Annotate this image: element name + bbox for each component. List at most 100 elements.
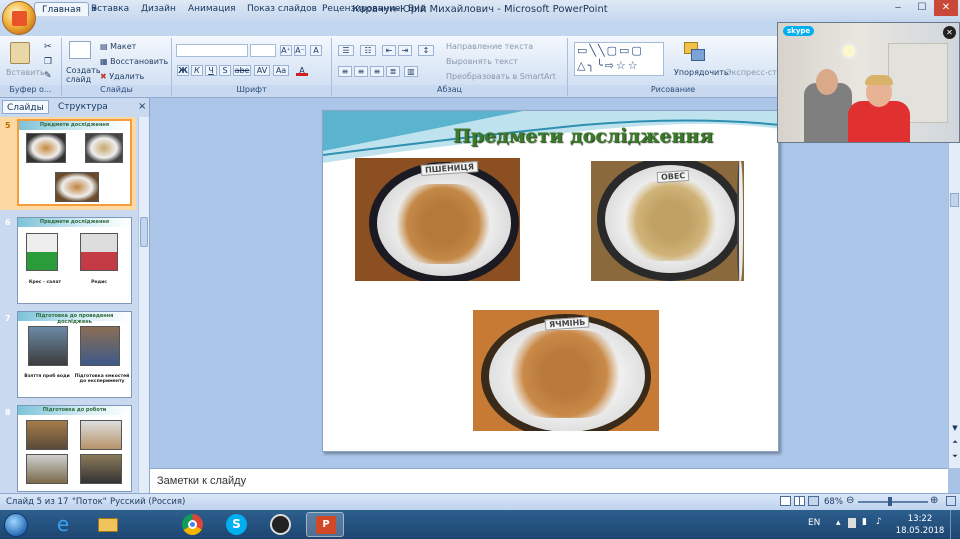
keyboard-language[interactable]: EN [808, 518, 820, 528]
copy-icon[interactable]: ❐ [44, 57, 52, 67]
tab-review[interactable]: Рецензирование [315, 2, 407, 16]
zoom-slider[interactable] [858, 501, 928, 503]
shadow-button[interactable]: S [219, 65, 231, 76]
tab-slideshow[interactable]: Показ слайдов [240, 2, 324, 16]
barley-photo[interactable]: ЯЧМІНЬ [473, 310, 659, 431]
layout-button[interactable]: Макет [110, 42, 136, 51]
tab-design[interactable]: Дизайн [134, 2, 183, 16]
paste-icon[interactable] [10, 42, 30, 64]
volume-icon[interactable]: ♪ [876, 517, 882, 527]
slide-thumbnail-6[interactable]: Предмети дослідження Крес - салат Редис [17, 217, 132, 304]
tray-chevron-icon[interactable]: ▴ [836, 518, 841, 528]
italic-button[interactable]: К [191, 65, 203, 76]
tab-home[interactable]: Главная [34, 2, 89, 16]
office-button[interactable] [2, 1, 36, 35]
editor-scrollbar[interactable]: ▲ ▼ ⏶ ⏷ [948, 98, 960, 468]
slides-panel-scrollbar[interactable] [138, 117, 149, 493]
clock-time[interactable]: 13:22 [895, 514, 945, 524]
close-button[interactable]: ✕ [934, 0, 958, 16]
font-size-input[interactable] [250, 44, 276, 57]
strikethrough-button[interactable]: abe [233, 65, 251, 76]
normal-view-icon[interactable] [780, 496, 791, 506]
slide-thumbnail-5[interactable]: Предмети дослідження [17, 119, 132, 206]
delete-button[interactable]: Удалить [109, 72, 144, 81]
tab-insert[interactable]: Вставка [84, 2, 136, 16]
indent-increase-icon[interactable]: ⇥ [398, 45, 412, 56]
file-explorer-icon[interactable] [88, 512, 126, 537]
current-slide[interactable]: Предмети дослідження ПШЕНИЦЯ ОВЕС ЯЧМІНЬ [322, 110, 779, 452]
new-slide-button[interactable]: Создать слайд [66, 66, 101, 84]
change-case-button[interactable]: Aa [273, 65, 289, 76]
zoom-slider-thumb[interactable] [888, 497, 892, 506]
arrange-button[interactable]: Упорядочить [674, 68, 729, 77]
char-spacing-button[interactable]: AV [254, 65, 270, 76]
minimize-button[interactable]: ‒ [886, 0, 910, 16]
close-panel-icon[interactable]: × [138, 101, 146, 112]
bullets-icon[interactable]: ☰ [338, 45, 354, 56]
reset-button[interactable]: Восстановить [110, 57, 168, 66]
skype-video-window[interactable]: skype ✕ [777, 22, 960, 143]
cut-icon[interactable]: ✂ [44, 42, 52, 52]
grow-font-icon[interactable]: A⁺ [280, 45, 292, 56]
paste-button[interactable]: Вставить [6, 68, 45, 77]
clear-format-icon[interactable]: A [310, 45, 322, 56]
fit-to-window-icon[interactable] [946, 496, 956, 506]
notes-placeholder[interactable]: Заметки к слайду [157, 475, 246, 487]
tab-slides[interactable]: Слайды [2, 100, 49, 114]
format-painter-icon[interactable]: ✎ [44, 71, 52, 81]
tab-view[interactable]: Вид [401, 2, 433, 16]
align-center-icon[interactable]: ≡ [354, 66, 368, 77]
zoom-in-icon[interactable]: ⊕ [930, 496, 938, 506]
powerpoint-taskbar-icon[interactable]: P [306, 512, 344, 537]
show-desktop-button[interactable] [950, 510, 960, 539]
underline-button[interactable]: Ч [205, 65, 217, 76]
previous-slide-icon[interactable]: ⏶ [950, 438, 960, 448]
slideshow-view-icon[interactable] [808, 496, 819, 506]
slide-thumbnail-8[interactable]: Підготовка до роботи [17, 405, 132, 492]
tab-animation[interactable]: Анимация [181, 2, 243, 16]
obs-icon[interactable] [262, 512, 300, 537]
scroll-thumb[interactable] [140, 217, 148, 247]
justify-icon[interactable]: ≣ [386, 66, 400, 77]
clock-date[interactable]: 18.05.2018 [895, 526, 945, 536]
align-text-button[interactable]: Выровнять текст [446, 57, 518, 66]
indent-decrease-icon[interactable]: ⇤ [382, 45, 396, 56]
align-left-icon[interactable]: ≡ [338, 66, 352, 77]
line-spacing-icon[interactable]: ↕ [418, 45, 434, 56]
internet-explorer-icon[interactable]: e [44, 512, 82, 537]
font-name-input[interactable] [176, 44, 248, 57]
align-right-icon[interactable]: ≡ [370, 66, 384, 77]
maximize-button[interactable]: ☐ [910, 0, 934, 16]
wheat-photo[interactable]: ПШЕНИЦЯ [355, 158, 520, 281]
scroll-thumb[interactable] [950, 193, 959, 207]
oats-photo[interactable]: ОВЕС [591, 161, 744, 281]
thumb-caption: Редис [91, 280, 107, 285]
slide-title[interactable]: Предмети дослідження [443, 125, 723, 147]
start-button[interactable] [4, 513, 28, 537]
scroll-down-icon[interactable]: ▼ [950, 424, 960, 434]
columns-icon[interactable]: ▥ [404, 66, 418, 77]
text-direction-button[interactable]: Направление текста [446, 42, 533, 51]
next-slide-icon[interactable]: ⏷ [950, 452, 960, 462]
zoom-level[interactable]: 68% [824, 497, 843, 507]
chrome-icon[interactable] [174, 512, 212, 537]
bold-button[interactable]: Ж [177, 65, 189, 76]
battery-icon[interactable] [848, 518, 856, 528]
language-indicator[interactable]: Русский (Россия) [110, 497, 185, 507]
new-slide-icon[interactable] [69, 41, 91, 59]
convert-smartart-button[interactable]: Преобразовать в SmartArt [446, 72, 556, 81]
skype-taskbar-icon[interactable]: S [218, 512, 256, 537]
shapes-gallery[interactable]: ▭╲╲▢▭▢ △╮╰⇨☆☆ [574, 42, 664, 76]
arrange-icon[interactable] [684, 42, 706, 62]
notes-pane[interactable]: Заметки к слайду [150, 468, 948, 493]
thumb-image [26, 133, 66, 163]
skype-close-icon[interactable]: ✕ [943, 26, 956, 39]
slide-sorter-icon[interactable] [794, 496, 805, 506]
network-icon[interactable]: ▮ [862, 517, 867, 527]
tab-outline[interactable]: Структура [54, 100, 112, 114]
zoom-out-icon[interactable]: ⊖ [846, 496, 854, 506]
numbering-icon[interactable]: ☷ [360, 45, 376, 56]
shrink-font-icon[interactable]: A⁻ [294, 45, 306, 56]
font-color-icon[interactable]: A [296, 66, 308, 76]
slide-thumbnail-7[interactable]: Підготовка до проведення досліджень Взят… [17, 311, 132, 398]
